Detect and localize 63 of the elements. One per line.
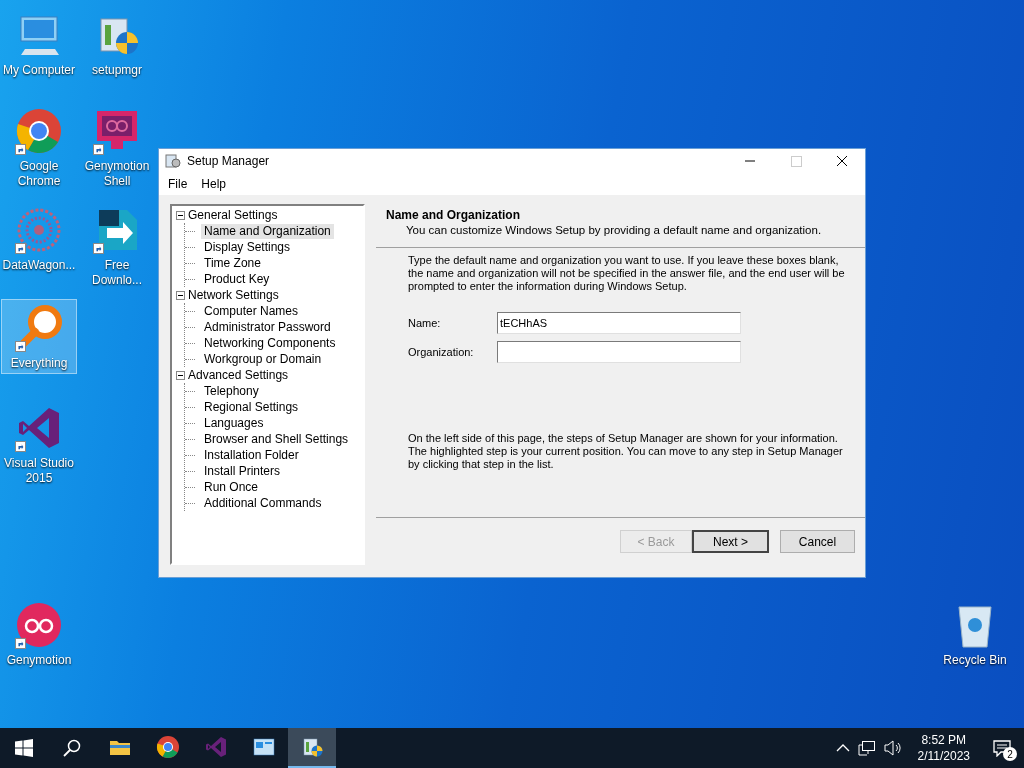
tree-item[interactable]: Network Settings — [188, 288, 279, 302]
tree-item[interactable]: Display Settings — [201, 239, 294, 255]
tree-item[interactable]: Install Printers — [201, 463, 284, 479]
desktop-icon-label: Google Chrome — [16, 159, 62, 189]
desktop-icon-label: Everything — [9, 356, 69, 371]
active-taskbar-button[interactable] — [288, 728, 336, 768]
dialog-button[interactable]: Next > — [692, 530, 769, 553]
tree-item[interactable]: Additional Commands — [201, 495, 325, 511]
tree-item[interactable]: Languages — [201, 415, 267, 431]
browser-icon — [15, 107, 63, 155]
menu-item[interactable]: File — [161, 177, 195, 191]
window-title: Setup Manager — [187, 154, 271, 168]
page-heading: Name and Organization — [386, 208, 522, 222]
desktop-icon-label: My Computer — [2, 63, 76, 78]
text-field[interactable]: tECHhAS — [497, 312, 741, 334]
desktop-icon-label: setupmgr — [91, 63, 143, 78]
instructions-text: Type the default name and organization you want to use. If you leave these boxes blank, the name and organization will not be specified in the answer file, and the end user will be prompted to enter the information during Windows Setup. — [408, 254, 845, 293]
app-icon — [165, 153, 181, 169]
tree-item[interactable]: Regional Settings — [201, 399, 302, 415]
selected-tree-item[interactable]: Name and Organization — [201, 223, 334, 239]
desktop-icon[interactable]: Recycle Bin — [937, 596, 1013, 671]
field-label: Name: — [408, 316, 442, 330]
dialog-button[interactable]: Cancel — [780, 530, 855, 553]
info-text: On the left side of this page, the steps of Setup Manager are shown for your information. The highlighted step is your current position. You can move to any step in Setup Manager by clicking that step in the list. — [408, 432, 844, 471]
tree-item[interactable]: General Settings — [188, 208, 278, 222]
clock-time: 8:52 PM — [921, 732, 967, 748]
notification-count: 2 — [1003, 747, 1017, 761]
collapse-icon[interactable] — [176, 210, 185, 220]
page-subheading: You can customize Windows Setup by providing a default name and organization. — [405, 224, 823, 236]
tree-item[interactable]: Run Once — [201, 479, 262, 495]
window-icon[interactable] — [252, 735, 276, 759]
search-icon[interactable] — [63, 739, 81, 757]
clock-date: 2/11/2023 — [917, 748, 970, 764]
desktop-icon-label: Free Downlo... — [91, 258, 143, 288]
tree-item[interactable]: Computer Names — [201, 303, 302, 319]
desktop-icon-label: Visual Studio 2015 — [3, 456, 75, 486]
tree-item[interactable]: Administrator Password — [201, 319, 334, 335]
tree-item[interactable]: Networking Components — [201, 335, 339, 351]
tree-item[interactable]: Product Key — [201, 271, 273, 287]
tree-item[interactable]: Browser and Shell Settings — [201, 431, 352, 447]
desktop-icon-label: Genymotion — [5, 653, 73, 668]
network-icon[interactable] — [857, 740, 876, 756]
desktop-icon-label: DataWagon... — [2, 258, 76, 273]
tree-item[interactable]: Workgroup or Domain — [201, 351, 325, 367]
tree-item[interactable]: Telephony — [201, 383, 262, 399]
tree-item[interactable]: Installation Folder — [201, 447, 302, 463]
notifications-icon[interactable] — [993, 739, 1011, 757]
circle-icon — [15, 601, 63, 649]
start-button[interactable] — [15, 739, 33, 757]
browser-icon[interactable] — [156, 735, 180, 759]
desktop-icon-label: Genymotion Shell — [83, 159, 151, 189]
clock[interactable]: 8:52 PM 2/11/2023 — [909, 732, 978, 764]
collapse-icon[interactable] — [176, 370, 185, 380]
tree-item[interactable]: Time Zone — [201, 255, 264, 271]
menu-item[interactable]: Help — [194, 177, 234, 191]
field-label: Organization: — [408, 345, 475, 359]
tree-item[interactable]: Advanced Settings — [188, 368, 289, 382]
text-field[interactable] — [497, 341, 741, 363]
caret-icon[interactable] — [835, 743, 850, 753]
installer-box-icon — [300, 735, 324, 759]
desktop-icon-label: Recycle Bin — [942, 653, 1008, 668]
collapse-icon[interactable] — [176, 290, 185, 300]
speaker-icon[interactable] — [883, 740, 902, 756]
